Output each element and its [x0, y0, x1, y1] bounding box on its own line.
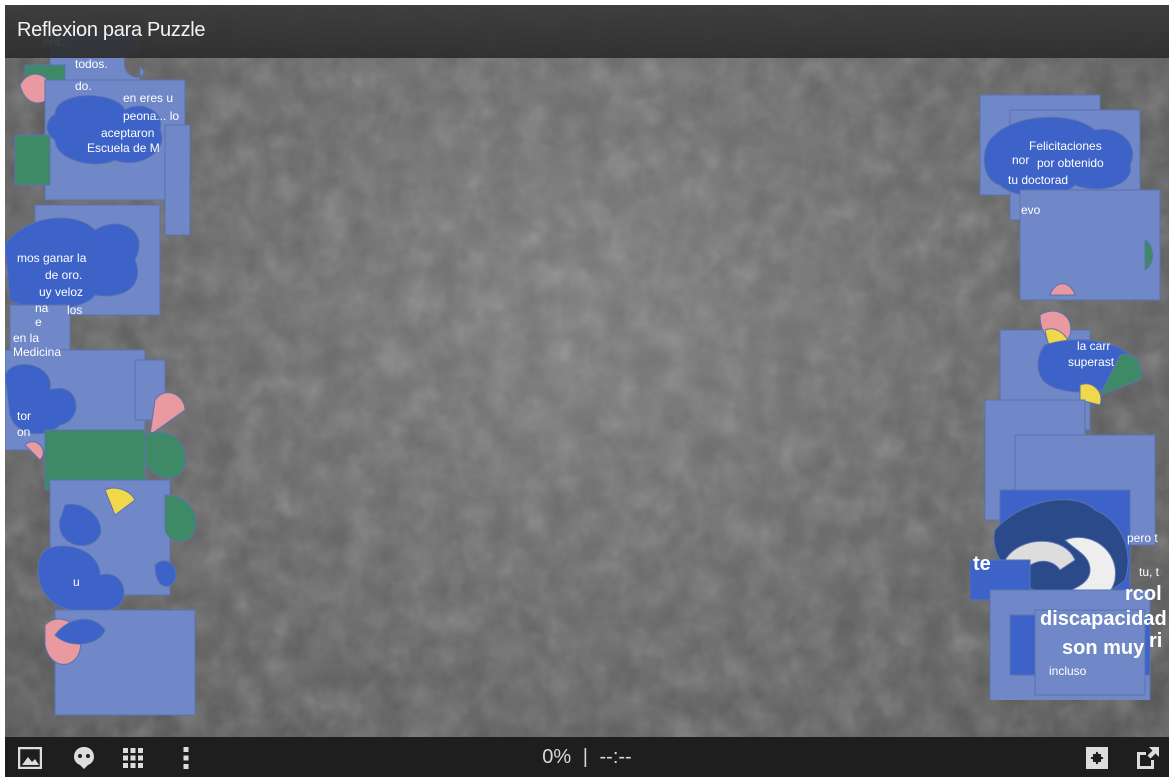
progress-percent: 0%: [542, 746, 572, 768]
right-piece-pile[interactable]: [970, 90, 1169, 700]
fullscreen-icon[interactable]: [1135, 745, 1161, 771]
puzzle-title: Reflexion para Puzzle: [17, 19, 206, 41]
progress-display: 0% | --:--: [5, 746, 1169, 769]
left-piece-pile[interactable]: [5, 5, 220, 725]
progress-separator: |: [582, 746, 588, 768]
timer: --:--: [599, 746, 632, 768]
title-bar: Reflexion para Puzzle: [5, 5, 1169, 58]
bottom-toolbar: 0% | --:--: [5, 737, 1169, 777]
puzzle-piece-icon[interactable]: [1084, 745, 1110, 771]
puzzle-board[interactable]: Reflexion para Puzzle todos. do. en eres…: [5, 5, 1169, 777]
